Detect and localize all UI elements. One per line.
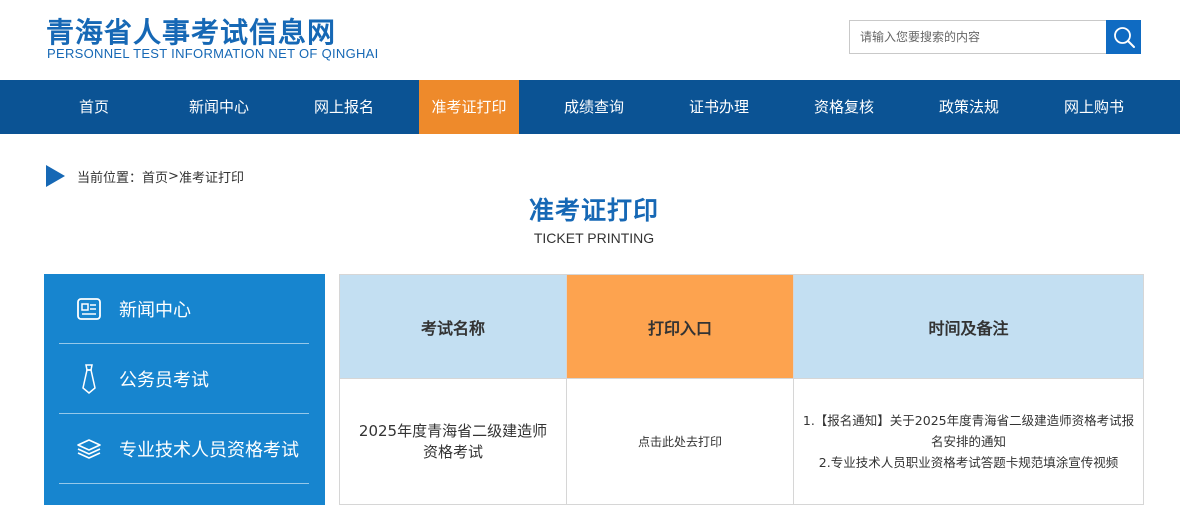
site-logo-title[interactable]: 青海省人事考试信息网 [46, 11, 336, 51]
breadcrumb-home-link[interactable]: 首页 [142, 167, 168, 186]
breadcrumb-current: 准考证打印 [178, 170, 244, 186]
nav-item-certificates[interactable]: 证书办理 [669, 80, 769, 134]
search-input[interactable] [849, 20, 1107, 54]
sidebar-item-label: 公务员考试 [119, 369, 209, 391]
nav-item-scores[interactable]: 成绩查询 [544, 80, 644, 134]
page-title: 准考证打印 [528, 196, 659, 225]
nav-item-bookstore[interactable]: 网上购书 [1044, 80, 1144, 134]
layers-icon [77, 438, 101, 459]
notice-link-registration[interactable]: 1.【报名通知】关于2025年度青海省二级建造师资格考试报名安排的通知 [800, 410, 1137, 452]
table-header-notes: 时间及备注 [794, 275, 1144, 379]
breadcrumb-separator: > [168, 168, 179, 184]
table-header-exam-name: 考试名称 [340, 275, 567, 379]
nav-item-qualification-review[interactable]: 资格复核 [794, 80, 894, 134]
sidebar-item-professional-qualification[interactable]: 专业技术人员资格考试 [59, 414, 309, 484]
site-logo-subtitle: PERSONNEL TEST INFORMATION NET OF QINGHA… [47, 46, 379, 61]
search-icon [1113, 27, 1135, 48]
nav-item-home[interactable]: 首页 [44, 80, 144, 134]
breadcrumb: 当前位置： 首页 > 准考证打印 [46, 165, 244, 187]
nav-item-registration[interactable]: 网上报名 [294, 80, 394, 134]
sidebar: 新闻中心 公务员考试 专业技术人员资格考试 [44, 274, 325, 505]
nav-item-ticket-print[interactable]: 准考证打印 [419, 80, 519, 134]
sidebar-item-label: 新闻中心 [119, 299, 191, 321]
search-button[interactable] [1106, 20, 1141, 54]
sidebar-item-civil-service[interactable]: 公务员考试 [59, 344, 309, 414]
table-cell-notes: 1.【报名通知】关于2025年度青海省二级建造师资格考试报名安排的通知 2.专业… [794, 379, 1144, 505]
breadcrumb-prefix: 当前位置： [77, 170, 143, 186]
nav-item-news[interactable]: 新闻中心 [169, 80, 269, 134]
notice-link-video[interactable]: 2.专业技术人员职业资格考试答题卡规范填涂宣传视频 [819, 452, 1118, 473]
print-ticket-link[interactable]: 点击此处去打印 [567, 379, 794, 505]
site-header: 青海省人事考试信息网 PERSONNEL TEST INFORMATION NE… [0, 0, 1180, 80]
exam-table: 考试名称 打印入口 时间及备注 2025年度青海省二级建造师资格考试 点击此处去… [339, 274, 1144, 505]
tie-icon [82, 363, 96, 394]
main-nav: 首页 新闻中心 网上报名 准考证打印 成绩查询 证书办理 资格复核 政策法规 网… [0, 80, 1180, 134]
table-cell-exam-name: 2025年度青海省二级建造师资格考试 [340, 379, 567, 505]
sidebar-item-label: 专业技术人员资格考试 [119, 439, 299, 461]
breadcrumb-arrow-icon [46, 165, 65, 187]
nav-item-policies[interactable]: 政策法规 [919, 80, 1019, 134]
page-subtitle: TICKET PRINTING [533, 230, 655, 246]
search-box [849, 20, 1141, 54]
news-icon [77, 297, 101, 320]
table-header-print-entry: 打印入口 [567, 275, 794, 379]
sidebar-item-news[interactable]: 新闻中心 [59, 274, 309, 344]
